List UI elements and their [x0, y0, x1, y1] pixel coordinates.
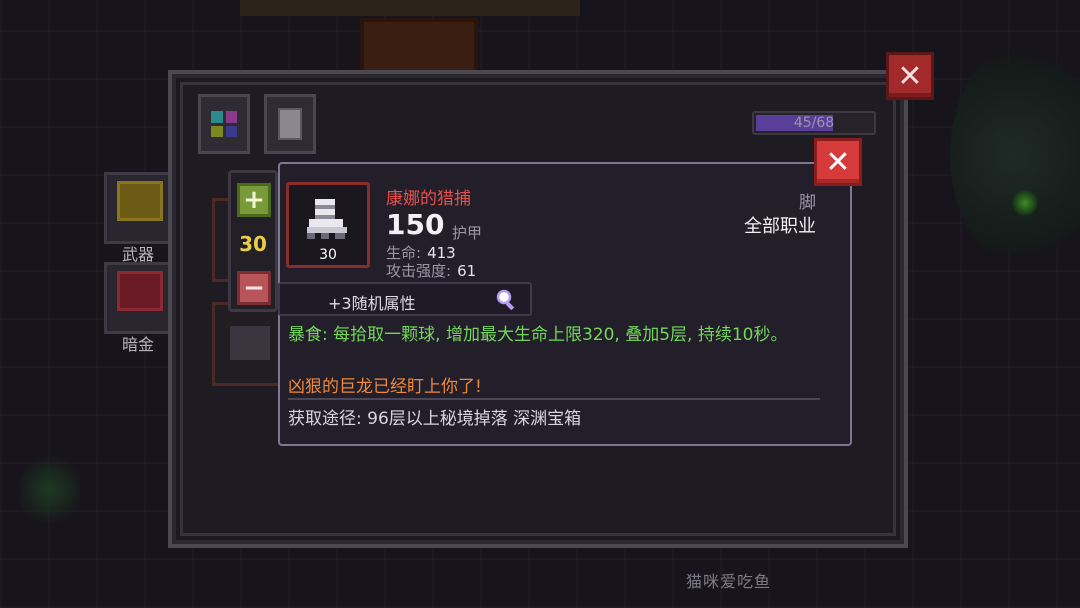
decrease-button[interactable]: −	[237, 271, 271, 305]
stat-value: 61	[457, 262, 477, 280]
side-tab-dark-gold[interactable]: 暗金	[104, 262, 177, 354]
quantity-stepper: + 30 −	[228, 170, 278, 312]
item-icon-frame: 30	[286, 182, 370, 268]
class-requirement: 全部职业	[744, 216, 816, 237]
side-tab-weapon[interactable]: 武器	[104, 172, 177, 264]
scroll-icon	[278, 108, 302, 140]
item-count: 30	[319, 247, 337, 263]
tab-categories[interactable]	[198, 94, 250, 154]
item-thumbnail-icon	[230, 326, 270, 360]
quantity-value: 30	[239, 232, 267, 256]
tooltip-close-button[interactable]: ✕	[814, 138, 862, 186]
tab-scrolls[interactable]	[264, 94, 316, 154]
item-slot-type: 脚	[799, 193, 816, 213]
background-plant	[20, 450, 80, 530]
random-attributes-button[interactable]: +3随机属性	[278, 282, 532, 316]
boot-icon	[307, 199, 347, 239]
stat-label: 攻击强度:	[386, 262, 452, 280]
item-armor-label: 护甲	[452, 224, 483, 242]
panel-close-button[interactable]: ✕	[886, 52, 934, 100]
item-armor-value: 150	[386, 208, 445, 241]
stat-attack-power: 攻击强度: 61	[386, 260, 476, 281]
random-attributes-label: +3随机属性	[328, 294, 416, 313]
magnifier-icon	[496, 289, 515, 311]
dark-gold-icon	[117, 271, 163, 311]
capacity-text: 45/68	[793, 115, 835, 131]
capacity-bar: 45/68	[752, 111, 876, 135]
grid-icon	[211, 111, 237, 137]
item-name: 康娜的猎捕	[386, 189, 471, 209]
item-flavor-text: 凶狠的巨龙已经盯上你了!	[288, 377, 482, 397]
background-door	[360, 18, 478, 76]
close-icon: ✕	[897, 58, 923, 94]
increase-button[interactable]: +	[237, 183, 271, 217]
weapon-icon	[117, 181, 163, 221]
background-glow	[1012, 190, 1038, 216]
watermark-text: 猫咪爱吃鱼	[686, 572, 772, 591]
item-effect-text: 暴食: 每拾取一颗球, 增加最大生命上限320, 叠加5层, 持续10秒。	[288, 325, 788, 345]
background-wall	[240, 0, 580, 16]
tooltip-divider	[288, 398, 820, 400]
item-source-text: 获取途径: 96层以上秘境掉落 深渊宝箱	[288, 409, 582, 429]
side-tab-dark-gold-label: 暗金	[121, 335, 154, 354]
